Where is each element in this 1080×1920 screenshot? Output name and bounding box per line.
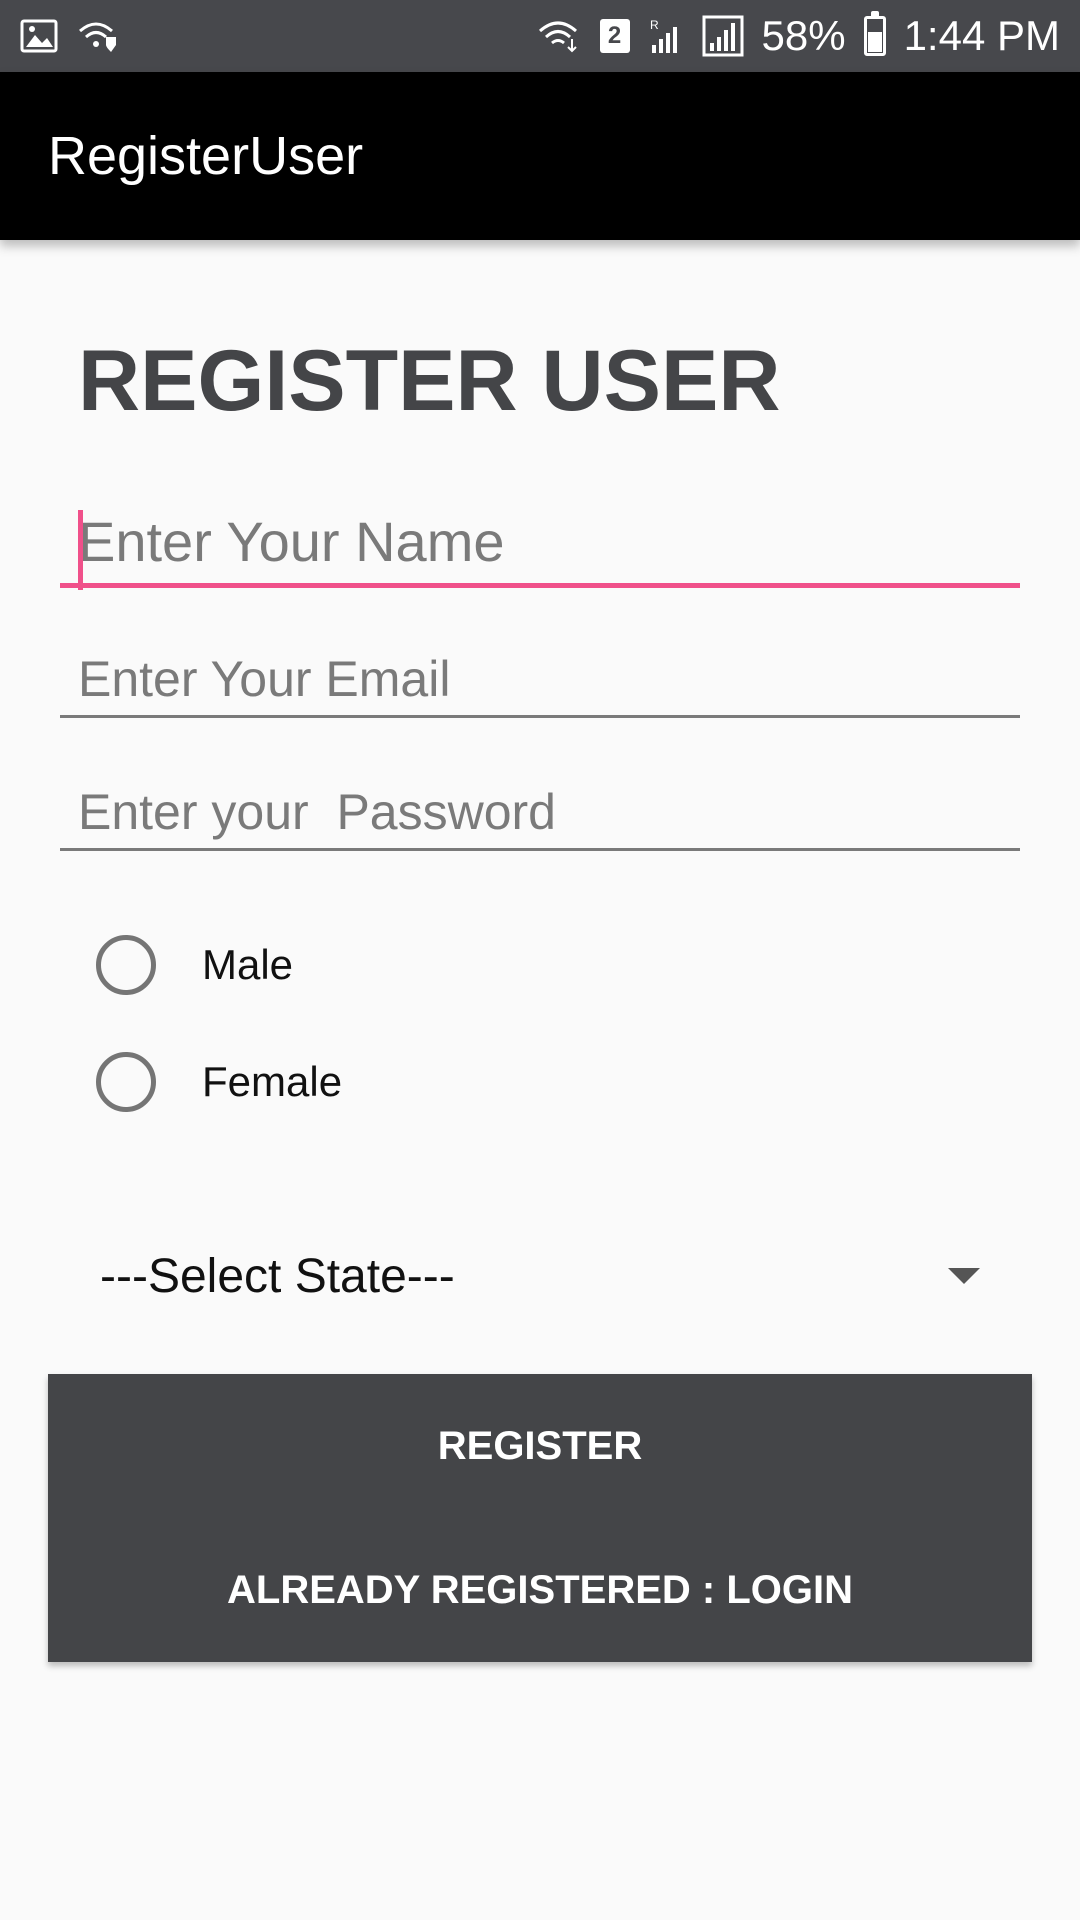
wifi-shield-icon xyxy=(76,19,120,53)
email-field[interactable] xyxy=(60,640,1020,718)
battery-percent: 58% xyxy=(761,12,846,59)
name-input[interactable] xyxy=(60,494,1020,588)
name-field[interactable] xyxy=(60,494,1020,590)
state-spinner-value: ---Select State--- xyxy=(100,1249,455,1303)
radio-female-label[interactable]: Female xyxy=(202,1058,342,1106)
button-panel: REGISTER ALREADY REGISTERED : LOGIN xyxy=(48,1374,1032,1662)
email-input[interactable] xyxy=(60,640,1020,718)
password-underline xyxy=(60,848,1020,851)
register-button[interactable]: REGISTER xyxy=(48,1396,1032,1496)
image-icon xyxy=(20,19,58,53)
status-bar: 2 R 58% 1:44 PM xyxy=(0,0,1080,72)
email-underline xyxy=(60,715,1020,718)
wifi-icon xyxy=(538,19,582,53)
name-underline xyxy=(60,583,1020,588)
battery-icon xyxy=(863,11,886,56)
svg-text:R: R xyxy=(650,18,659,32)
clock: 1:44 PM xyxy=(903,12,1060,59)
radio-male-label[interactable]: Male xyxy=(202,941,293,989)
status-right-icons: 2 R 58% 1:44 PM xyxy=(538,11,1060,60)
radio-male[interactable]: Male xyxy=(96,934,293,996)
radio-female[interactable]: Female xyxy=(96,1051,342,1113)
dropdown-arrow-icon xyxy=(948,1268,980,1284)
radio-male-circle[interactable] xyxy=(96,935,156,995)
page-title: REGISTER USER xyxy=(78,333,781,429)
app-bar: RegisterUser xyxy=(0,72,1080,240)
radio-female-circle[interactable] xyxy=(96,1052,156,1112)
status-left-icons xyxy=(20,19,120,53)
sim-badge-icon: 2 xyxy=(599,19,630,53)
app-title: RegisterUser xyxy=(48,126,364,186)
password-field[interactable] xyxy=(60,773,1020,851)
state-spinner[interactable]: ---Select State--- xyxy=(60,1232,1020,1320)
signal-icon xyxy=(702,15,744,57)
text-cursor xyxy=(78,510,83,590)
signal-roaming-icon: R xyxy=(648,17,684,55)
login-button[interactable]: ALREADY REGISTERED : LOGIN xyxy=(48,1540,1032,1640)
password-input[interactable] xyxy=(60,773,1020,851)
